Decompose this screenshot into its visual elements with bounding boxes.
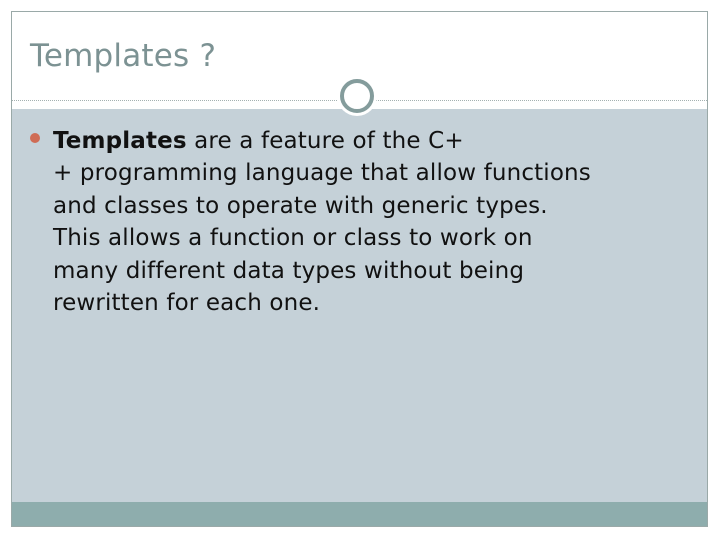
bullet-line-3: and classes to operate with generic type… <box>53 192 548 219</box>
slide: Templates ? Templates are a feature of t… <box>11 11 708 527</box>
slide-title: Templates ? <box>30 38 217 74</box>
bullet-line-4: This allows a function or class to work … <box>53 225 533 252</box>
circle-ornament-icon <box>340 79 374 113</box>
bullet-dot-icon <box>30 133 40 143</box>
bullet-line-6: rewritten for each one. <box>53 290 321 317</box>
footer-bar <box>12 502 707 526</box>
bullet-line-5: many different data types without being <box>53 257 525 284</box>
bullet-text: Templates are a feature of the C+ + prog… <box>53 125 683 319</box>
bullet-lead-term: Templates <box>53 128 187 154</box>
bullet-line: Templates are a feature of the C+ <box>53 125 683 157</box>
bullet-line-1: are a feature of the C+ <box>186 128 464 154</box>
bullet-line-2: + programming language that allow functi… <box>53 160 591 187</box>
